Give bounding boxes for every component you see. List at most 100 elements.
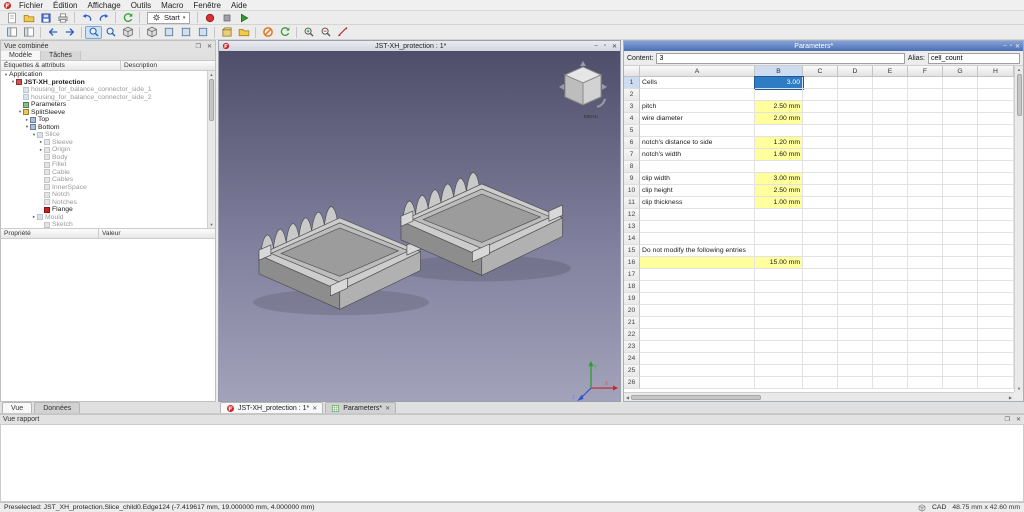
menu-édition[interactable]: Édition (48, 1, 82, 10)
cell-E20[interactable] (873, 305, 908, 317)
3d-view-titlebar[interactable]: JST-XH_protection : 1* – ▫ ✕ (219, 41, 620, 51)
spreadsheet-titlebar[interactable]: Parameters* – ▫ ✕ (624, 41, 1023, 51)
cell-E15[interactable] (873, 245, 908, 257)
column-header-F[interactable]: F (908, 66, 943, 77)
cell-F2[interactable] (908, 89, 943, 101)
cell-C1[interactable] (803, 77, 838, 89)
cell-A17[interactable] (640, 269, 755, 281)
open-document-button[interactable] (20, 11, 37, 24)
cell-D23[interactable] (838, 341, 873, 353)
cell-A18[interactable] (640, 281, 755, 293)
cell-B16[interactable]: 15.00 mm (755, 257, 803, 269)
cell-C21[interactable] (803, 317, 838, 329)
cell-E17[interactable] (873, 269, 908, 281)
menu-affichage[interactable]: Affichage (82, 1, 125, 10)
nav-menu-button[interactable]: MENU (584, 114, 599, 120)
view-front-button[interactable] (160, 26, 177, 39)
cell-E21[interactable] (873, 317, 908, 329)
cell-B17[interactable] (755, 269, 803, 281)
cell-G25[interactable] (943, 365, 978, 377)
column-header-C[interactable]: C (803, 66, 838, 77)
cell-E12[interactable] (873, 209, 908, 221)
row-header-22[interactable]: 22 (624, 329, 640, 341)
cell-C11[interactable] (803, 197, 838, 209)
cell-D6[interactable] (838, 137, 873, 149)
cell-B10[interactable]: 2.50 mm (755, 185, 803, 197)
draw-style-button[interactable] (119, 26, 136, 39)
view-right-button[interactable] (194, 26, 211, 39)
cell-F18[interactable] (908, 281, 943, 293)
cell-E16[interactable] (873, 257, 908, 269)
row-header-20[interactable]: 20 (624, 305, 640, 317)
cell-B13[interactable] (755, 221, 803, 233)
cell-F16[interactable] (908, 257, 943, 269)
cell-B2[interactable] (755, 89, 803, 101)
cell-B6[interactable]: 1.20 mm (755, 137, 803, 149)
cell-H1[interactable] (978, 77, 1014, 89)
cell-C3[interactable] (803, 101, 838, 113)
cell-E8[interactable] (873, 161, 908, 173)
fit-selection-button[interactable] (102, 26, 119, 39)
cell-A16[interactable] (640, 257, 755, 269)
tab-tâches[interactable]: Tâches (40, 51, 81, 60)
fit-all-button[interactable] (85, 25, 102, 39)
zoom-out-button[interactable] (317, 26, 334, 39)
cell-F24[interactable] (908, 353, 943, 365)
cell-H18[interactable] (978, 281, 1014, 293)
cell-C16[interactable] (803, 257, 838, 269)
cell-G24[interactable] (943, 353, 978, 365)
cell-C2[interactable] (803, 89, 838, 101)
macro-execute-button[interactable] (235, 11, 252, 24)
spreadsheet-hscrollbar[interactable]: ◀ ▶ (624, 392, 1014, 401)
cell-alias-input[interactable] (928, 52, 1020, 64)
spreadsheet-vscrollbar[interactable]: ▲ ▼ (1014, 66, 1023, 392)
restore-icon[interactable]: ▫ (1010, 43, 1012, 49)
row-header-23[interactable]: 23 (624, 341, 640, 353)
cell-C6[interactable] (803, 137, 838, 149)
dock-float-icon[interactable]: ❐ (196, 44, 201, 50)
column-header-G[interactable]: G (943, 66, 978, 77)
cell-B3[interactable]: 2.50 mm (755, 101, 803, 113)
row-header-16[interactable]: 16 (624, 257, 640, 269)
toggle-combo-view-button[interactable] (3, 26, 20, 39)
cell-B5[interactable] (755, 125, 803, 137)
cell-E5[interactable] (873, 125, 908, 137)
cell-F19[interactable] (908, 293, 943, 305)
cell-G26[interactable] (943, 377, 978, 389)
cell-D20[interactable] (838, 305, 873, 317)
cell-A19[interactable] (640, 293, 755, 305)
cell-H16[interactable] (978, 257, 1014, 269)
cell-G2[interactable] (943, 89, 978, 101)
cell-H19[interactable] (978, 293, 1014, 305)
scroll-up-icon[interactable]: ▲ (210, 72, 214, 77)
cell-A15[interactable]: Do not modify the following entries (640, 245, 755, 257)
cell-D25[interactable] (838, 365, 873, 377)
tree-item[interactable]: ▾ JST-XH_protection (1, 79, 207, 87)
scroll-down-icon[interactable]: ▼ (1017, 386, 1021, 391)
cell-C7[interactable] (803, 149, 838, 161)
cell-B11[interactable]: 1.00 mm (755, 197, 803, 209)
save-document-button[interactable] (37, 11, 54, 24)
cell-H8[interactable] (978, 161, 1014, 173)
cell-E18[interactable] (873, 281, 908, 293)
scroll-up-icon[interactable]: ▲ (1017, 67, 1021, 72)
cell-C12[interactable] (803, 209, 838, 221)
cell-F12[interactable] (908, 209, 943, 221)
cell-G16[interactable] (943, 257, 978, 269)
close-icon[interactable]: ✕ (1015, 43, 1020, 50)
cell-A9[interactable]: clip width (640, 173, 755, 185)
row-header-3[interactable]: 3 (624, 101, 640, 113)
tree-item[interactable]: ▸ Origin (1, 146, 207, 154)
cell-F20[interactable] (908, 305, 943, 317)
cell-D26[interactable] (838, 377, 873, 389)
cell-B21[interactable] (755, 317, 803, 329)
cell-F14[interactable] (908, 233, 943, 245)
cell-C9[interactable] (803, 173, 838, 185)
cell-A8[interactable] (640, 161, 755, 173)
cell-A4[interactable]: wire diameter (640, 113, 755, 125)
print-document-button[interactable] (54, 11, 71, 24)
row-header-24[interactable]: 24 (624, 353, 640, 365)
column-header-H[interactable]: H (978, 66, 1014, 77)
row-header-7[interactable]: 7 (624, 149, 640, 161)
cell-A2[interactable] (640, 89, 755, 101)
